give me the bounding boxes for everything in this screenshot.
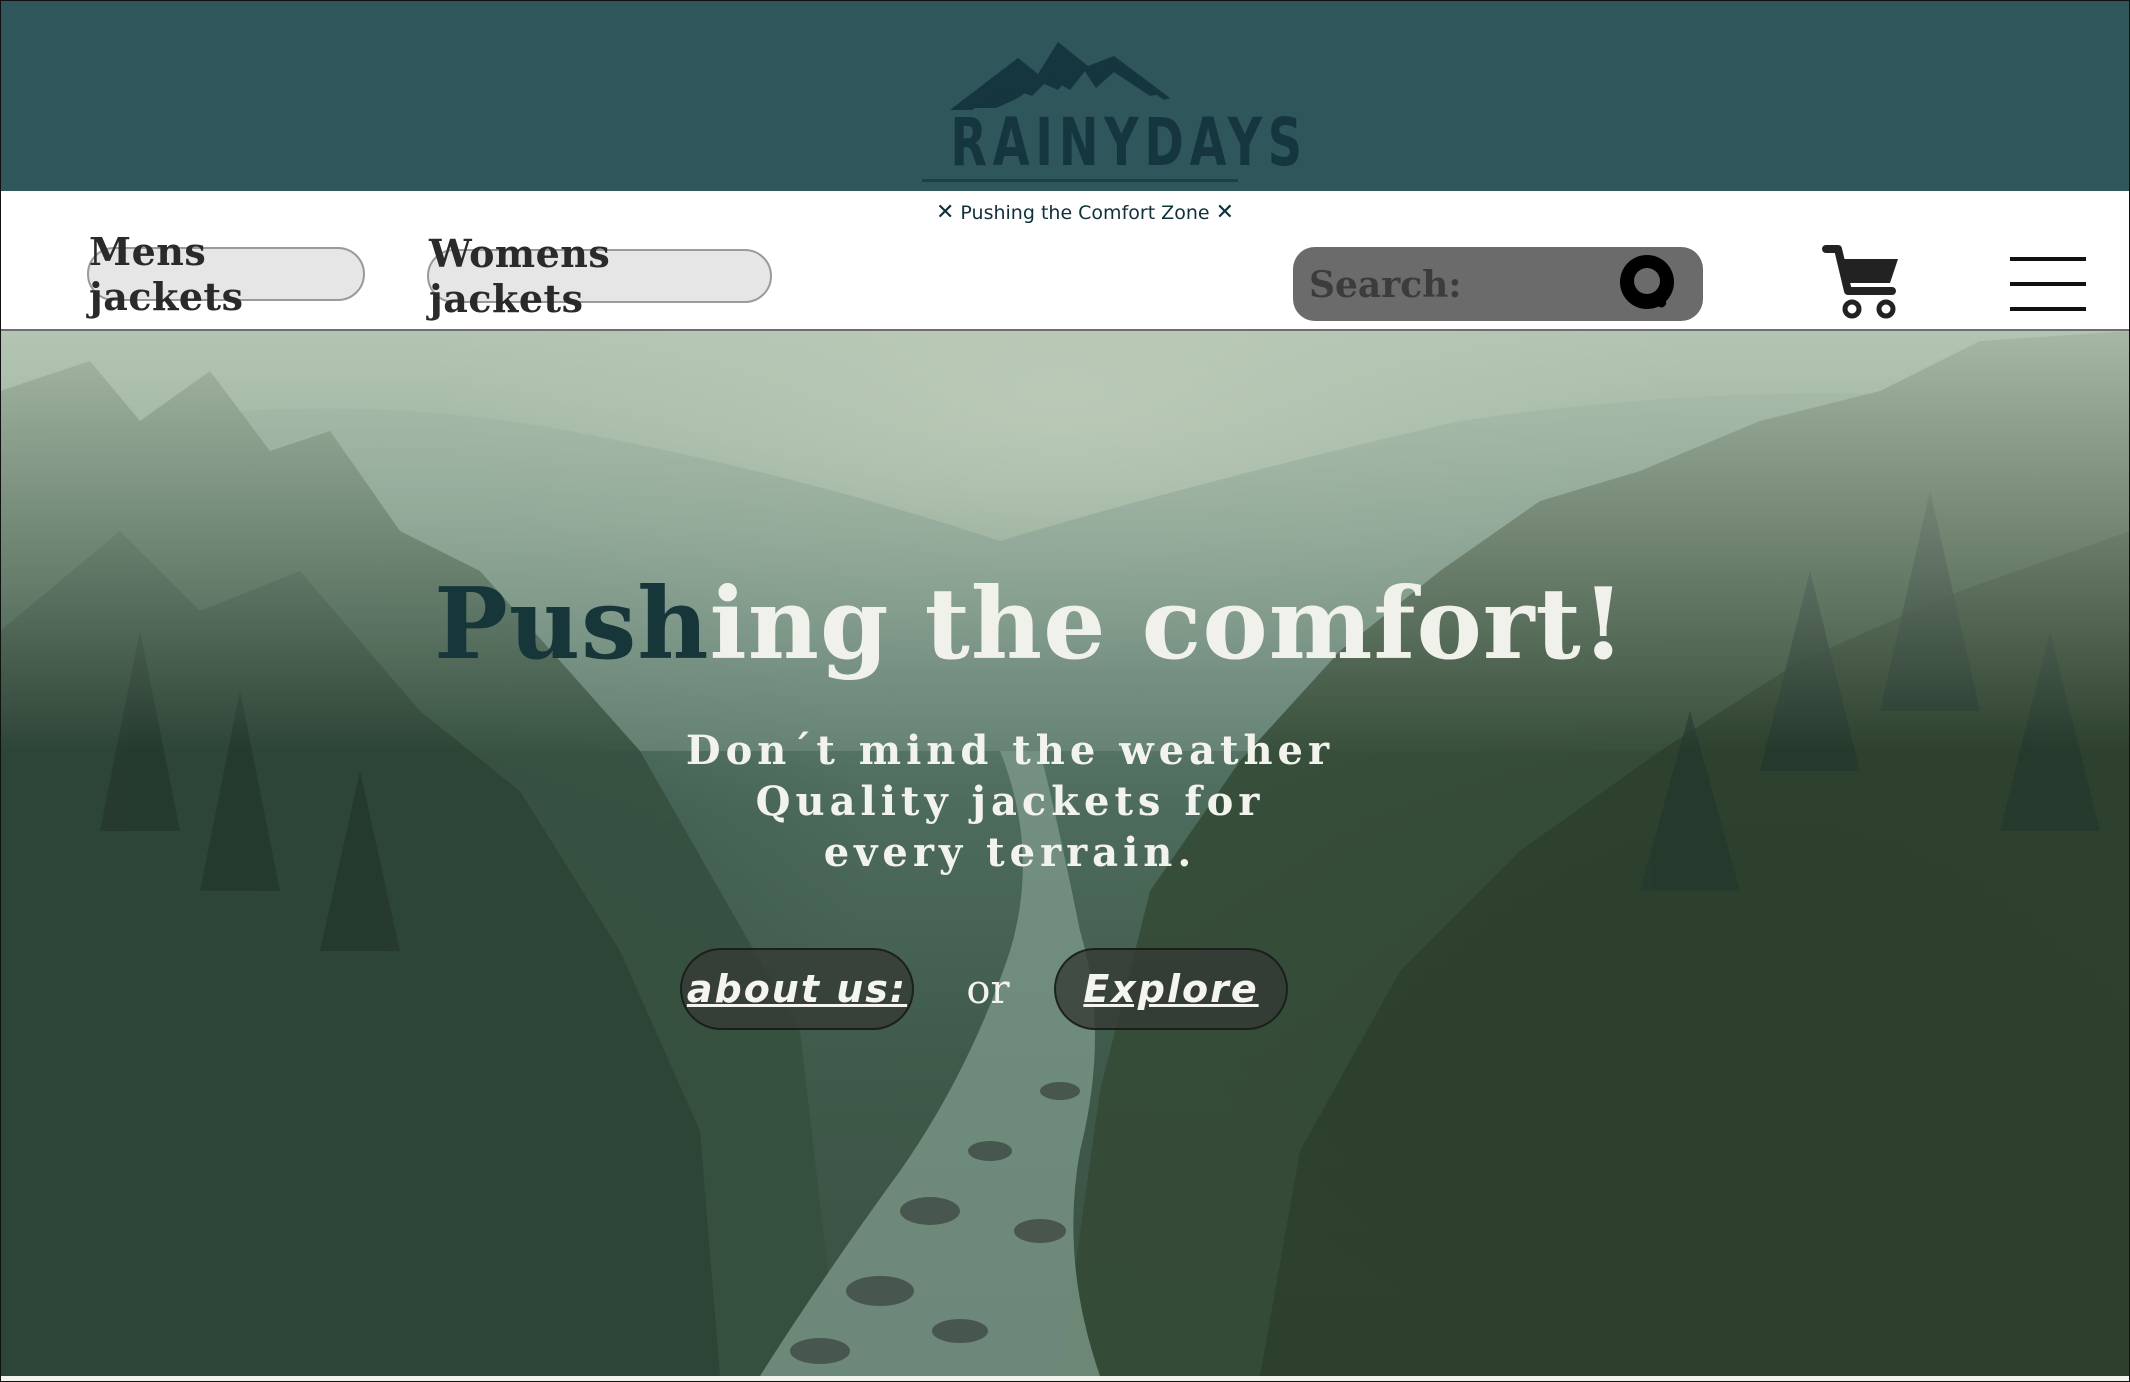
- rainydays-logo[interactable]: RAINYDAYS: [900, 38, 1308, 186]
- mens-jackets-button[interactable]: Mens jackets: [87, 229, 365, 319]
- tagline: ✕ Pushing the Comfort Zone ✕: [0, 200, 2130, 225]
- close-x-icon: ✕: [935, 200, 955, 225]
- hamburger-menu-icon[interactable]: [2008, 255, 2088, 313]
- hero-title-dark: Push: [434, 567, 710, 682]
- hero-subtitle-line: Quality jackets for: [755, 778, 1265, 825]
- hero-section: Pushing the comfort! Don´t mind the weat…: [0, 331, 2130, 1376]
- or-text: or: [966, 967, 1010, 1013]
- hero-title-light: ing the comfort!: [709, 567, 1626, 682]
- womens-jackets-button[interactable]: Womens jackets: [427, 231, 772, 321]
- cart-icon[interactable]: [1822, 243, 1902, 321]
- hero-title: Pushing the comfort!: [0, 567, 2060, 682]
- about-us-button[interactable]: about us:: [680, 948, 914, 1030]
- logo-underline: [922, 179, 1238, 182]
- search-bar: [1293, 247, 1703, 321]
- hero-subtitle-line: every terrain.: [823, 829, 1197, 876]
- tagline-text: Pushing the Comfort Zone: [960, 202, 1210, 224]
- brand-banner: RAINYDAYS: [0, 0, 2130, 192]
- logo-wordmark: RAINYDAYS: [950, 104, 1308, 181]
- nav-bar: ✕ Pushing the Comfort Zone ✕ Mens jacket…: [0, 191, 2130, 331]
- search-icon[interactable]: [1619, 254, 1679, 314]
- search-input[interactable]: [1307, 257, 1611, 313]
- hero-subtitle: Don´t mind the weather Quality jackets f…: [0, 725, 2020, 878]
- close-x-icon: ✕: [1215, 200, 1235, 225]
- hero-subtitle-line: Don´t mind the weather: [685, 727, 1335, 774]
- explore-button[interactable]: Explore: [1054, 948, 1288, 1030]
- mountain-logo-icon: [950, 42, 1170, 110]
